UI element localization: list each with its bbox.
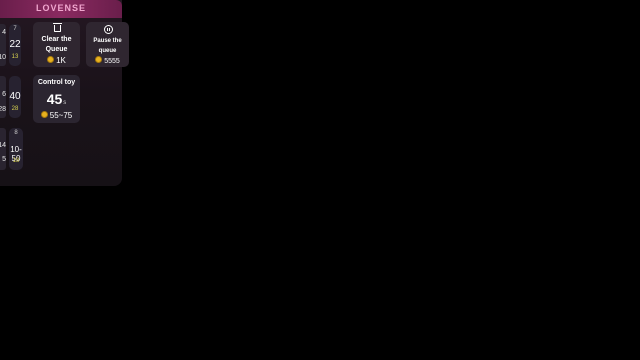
control-toy-price-row: 55~75 — [33, 111, 80, 120]
control-toy-duration: 45s — [33, 91, 80, 107]
brand-logo: LOVENSE — [35, 3, 86, 13]
control-toy-unit: s — [63, 100, 67, 106]
level-tile-value: 40 — [9, 91, 21, 102]
control-toy-label: Control toy — [37, 79, 76, 86]
level-tile-1[interactable]: 4 10 — [0, 24, 6, 66]
pause-queue-button[interactable]: Pause the queue 5555 — [86, 22, 129, 67]
level-tile-price: 13 — [11, 54, 19, 60]
level-tile-value: 22 — [9, 39, 21, 50]
control-toy-price: 55~75 — [49, 111, 73, 120]
level-tile-top: 8 — [14, 130, 18, 136]
level-tile-bottom: 5 — [2, 156, 6, 163]
clear-queue-label-2: Queue — [45, 46, 68, 53]
level-tile-bottom: 10 — [0, 54, 6, 61]
level-tile-price: 28 — [11, 106, 19, 112]
pause-queue-label-2: queue — [98, 48, 117, 54]
trash-icon — [53, 23, 62, 32]
level-tile-top: 4 — [2, 29, 6, 36]
level-tile-top: 6 — [2, 91, 6, 98]
pause-icon — [104, 25, 113, 34]
clear-queue-price: 1K — [56, 56, 66, 65]
token-icon — [47, 56, 55, 63]
level-tile-top: 14 — [0, 142, 6, 149]
clear-queue-label-1: Clear the — [41, 36, 72, 43]
level-tile-6[interactable]: 8 10-50 18 — [9, 128, 23, 170]
level-tile-2[interactable]: 6 28 — [0, 76, 6, 118]
pause-queue-price-row: 5555 — [86, 56, 129, 65]
level-tile-5[interactable]: 40 28 — [9, 76, 21, 118]
pause-queue-price: 5555 — [104, 58, 120, 65]
token-icon — [40, 111, 48, 118]
level-tile-price: 18 — [12, 158, 20, 164]
control-toy-seconds: 45 — [46, 91, 63, 107]
clear-queue-button[interactable]: Clear the Queue 1K — [33, 22, 80, 67]
clear-queue-price-row: 1K — [33, 56, 80, 65]
level-tile-bottom: 28 — [0, 106, 6, 113]
control-toy-button[interactable]: Control toy 45s 55~75 — [33, 75, 80, 123]
level-tile-4[interactable]: 7 22 13 — [9, 24, 21, 66]
pause-queue-label-1: Pause the — [93, 38, 122, 44]
token-icon — [95, 56, 103, 63]
level-tile-top: 7 — [13, 26, 17, 32]
level-tile-3[interactable]: 14 5 — [0, 128, 6, 170]
